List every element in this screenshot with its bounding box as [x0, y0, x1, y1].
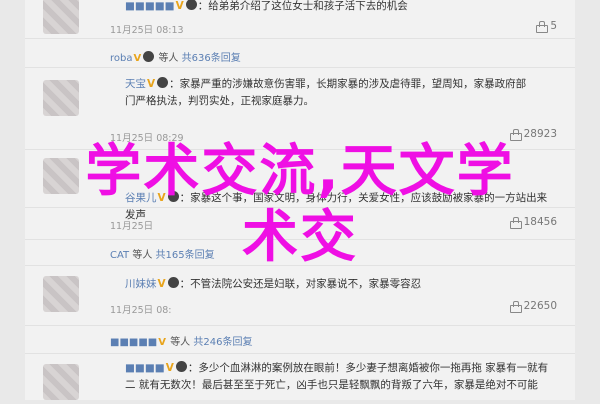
comment-time: 11月25日 08:13	[110, 25, 184, 36]
username-link[interactable]: 川妹妹	[125, 278, 157, 290]
avatar[interactable]	[43, 80, 79, 116]
thumbs-up-icon	[509, 129, 522, 141]
reply-username[interactable]: ■■■■■	[110, 337, 157, 348]
avatar[interactable]	[43, 276, 79, 312]
reply-summary[interactable]: ■■■■■V 等人 共246条回复	[25, 326, 575, 354]
avatar[interactable]	[43, 364, 79, 400]
comment-text: ■■■■V ：多少个血淋淋的案例放在眼前！多少妻子想离婚被你一拖再拖 家暴有一就有…	[125, 361, 549, 391]
comment-item: 川妹妹V ：不管法院公安还是妇联，对家暴说不，家暴零容忍 11月25日 08: 2…	[25, 266, 575, 326]
avatar[interactable]	[43, 0, 79, 34]
emoji-icon	[167, 277, 179, 288]
comment-text: 天宝V ：家暴严重的涉嫌故意伤害罪，长期家暴的涉及虐待罪，望周知，家暴政府部 门严…	[125, 77, 527, 107]
username-link[interactable]: 天宝	[125, 78, 146, 90]
like-count: 22650	[523, 300, 557, 312]
thumbs-up-icon	[536, 21, 549, 33]
comment-item: 天宝V ：家暴严重的涉嫌故意伤害罪，长期家暴的涉及虐待罪，望周知，家暴政府部 门严…	[25, 68, 575, 150]
like-button[interactable]: 28923	[509, 128, 557, 141]
emoji-icon	[157, 77, 169, 88]
vip-icon: V	[158, 337, 166, 348]
vip-icon: V	[133, 53, 142, 64]
like-button[interactable]: 5	[536, 20, 557, 33]
emoji-icon	[143, 51, 155, 62]
comment-text: ■■■■■V ：给弟弟介绍了这位女士和孩子活下去的机会	[125, 0, 408, 12]
overlay-title-line1: 学术交流,天文学	[85, 139, 515, 204]
comment-text: 川妹妹V ：不管法院公安还是妇联，对家暴说不，家暴零容忍	[125, 277, 422, 290]
vip-icon: V	[157, 278, 166, 290]
comment-item: ■■■■■V ：给弟弟介绍了这位女士和孩子活下去的机会 11月25日 08:13 …	[25, 0, 575, 39]
username-link[interactable]: ■■■■■	[125, 0, 175, 12]
like-button[interactable]: 22650	[509, 300, 557, 313]
username-link[interactable]: ■■■■	[125, 362, 165, 374]
overlay-title-line2: 术交	[242, 205, 358, 270]
emoji-icon	[185, 0, 197, 10]
reply-username[interactable]: roba	[110, 53, 133, 64]
vip-icon: V	[175, 0, 184, 12]
emoji-icon	[175, 361, 187, 372]
like-count: 5	[550, 20, 557, 32]
vip-icon: V	[147, 78, 156, 90]
reply-summary-text[interactable]: ■■■■■V 等人 共246条回复	[110, 333, 252, 348]
vip-icon: V	[165, 362, 174, 374]
reply-summary[interactable]: robaV 等人 共636条回复	[25, 40, 575, 68]
thumbs-up-icon	[509, 301, 522, 313]
comment-item: ■■■■V ：多少个血淋淋的案例放在眼前！多少妻子想离婚被你一拖再拖 家暴有一就有…	[25, 354, 575, 404]
like-count: 28923	[523, 128, 557, 140]
comment-time: 11月25日 08:	[110, 305, 172, 316]
reply-summary-text[interactable]: robaV 等人 共636条回复	[110, 49, 241, 64]
